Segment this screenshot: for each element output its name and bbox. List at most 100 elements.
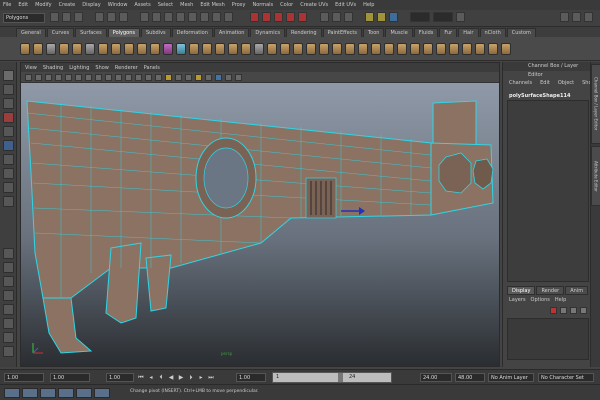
extra-tool-icon[interactable] [3,196,14,207]
shelf-tool-22-icon[interactable] [293,42,303,55]
shelf-tool-18-icon[interactable] [241,42,251,55]
shelf-tool-25-icon[interactable] [332,42,342,55]
select-component-icon[interactable] [119,12,128,22]
shelf-tool-4-icon[interactable] [59,42,69,55]
menu-normals[interactable]: Normals [252,2,273,8]
shelf-tab-animation[interactable]: Animation [213,28,250,37]
viewport-menu-shading[interactable]: Shading [43,65,63,71]
gate-mask-icon[interactable] [115,73,122,81]
shelf-tool-32-icon[interactable] [423,42,433,55]
rotate-tool-icon[interactable] [3,126,14,137]
viewport[interactable]: View Shading Lighting Show Renderer Panels [20,62,500,367]
step-back-icon[interactable]: ◂ [147,373,155,382]
object-name[interactable]: polySurfaceShape114 [509,93,570,99]
resolution-gate-icon[interactable] [105,73,112,81]
shelf-tool-36-icon[interactable] [475,42,485,55]
new-layer-icon[interactable] [550,307,557,314]
hypershade-layout-icon[interactable] [3,332,14,343]
shelf-tool-31-icon[interactable] [410,42,420,55]
range-start-field[interactable]: 1.00 [236,373,266,382]
shelf-tab-fur[interactable]: Fur [439,28,458,37]
smooth-shade-icon[interactable] [165,73,172,81]
use-all-lights-icon[interactable] [195,73,202,81]
lasso-tool-icon[interactable] [3,84,14,95]
shelf-tool-2-icon[interactable] [33,42,43,55]
next-key-icon[interactable]: ⏵ [187,373,195,382]
mask-handle-icon[interactable] [140,12,149,22]
wireframe-icon[interactable] [155,73,162,81]
layer-menu-layers[interactable]: Layers [509,297,526,303]
snap-point-icon[interactable] [274,12,283,22]
shelf-tool-24-icon[interactable] [319,42,329,55]
mode-selector[interactable]: Polygons [3,13,45,23]
persp-outliner-layout-icon[interactable] [3,304,14,315]
menu-modify[interactable]: Modify [35,2,52,8]
shelf-tool-23-icon[interactable] [306,42,316,55]
layer-tab-anim[interactable]: Anim [565,286,589,295]
film-gate-icon[interactable] [95,73,102,81]
viewport-menu-show[interactable]: Show [95,65,109,71]
shelf-tab-muscle[interactable]: Muscle [385,28,413,37]
shelf-tool-28-icon[interactable] [371,42,381,55]
script-editor-layout-icon[interactable] [3,346,14,357]
shelf-tool-12-icon[interactable] [163,42,173,55]
shelf-tool-34-icon[interactable] [449,42,459,55]
shelf-tab-ncloth[interactable]: nCloth [479,28,506,37]
shelf-tool-17-icon[interactable] [228,42,238,55]
layer-list-area[interactable] [507,318,589,360]
range-slider-knob[interactable] [338,373,343,382]
shelf-tab-custom[interactable]: Custom [506,28,536,37]
side-tab-attribute-editor[interactable]: Attribute Editor [591,146,600,206]
input-field-2-icon[interactable] [433,12,453,22]
taskbar-item-1[interactable] [4,388,20,398]
menu-color[interactable]: Color [280,2,293,8]
field-chart-icon[interactable] [125,73,132,81]
shelf-tool-9-icon[interactable] [124,42,134,55]
side-by-side-layout-icon[interactable] [3,276,14,287]
render-settings-icon[interactable] [389,12,398,22]
viewport-menu-view[interactable]: View [25,65,37,71]
anim-layer-field[interactable]: No Anim Layer [488,373,534,382]
layer-menu-help[interactable]: Help [555,297,566,303]
menu-create[interactable]: Create [59,2,76,8]
shelf-tool-20-icon[interactable] [267,42,277,55]
shelf-tab-rendering[interactable]: Rendering [286,28,322,37]
shelf-tool-27-icon[interactable] [358,42,368,55]
play-forward-icon[interactable]: ▶ [177,373,185,382]
playback-field[interactable]: 1.00 [106,373,134,382]
safe-action-icon[interactable] [135,73,142,81]
mask-render-icon[interactable] [212,12,221,22]
input-ops-icon[interactable] [332,12,341,22]
shelf-tool-10-icon[interactable] [137,42,147,55]
ipr-render-icon[interactable] [377,12,386,22]
shelf-tool-35-icon[interactable] [462,42,472,55]
new-layer-selected-icon[interactable] [560,307,567,314]
snap-curve-icon[interactable] [262,12,271,22]
character-set-field[interactable]: No Character Set [538,373,594,382]
grease-pencil-icon[interactable] [75,73,82,81]
shelf-tool-3-icon[interactable] [46,42,56,55]
shelf-tool-16-icon[interactable] [215,42,225,55]
shelf-tab-general[interactable]: General [16,28,46,37]
manipulator-tool-icon[interactable] [3,154,14,165]
range-slider[interactable]: 1 24 [272,372,392,383]
viewport-menu-lighting[interactable]: Lighting [69,65,89,71]
last-tool-icon[interactable] [3,168,14,179]
soft-mod-tool-icon[interactable] [3,182,14,193]
shelf-tool-8-icon[interactable] [111,42,121,55]
shelf-tool-7-icon[interactable] [98,42,108,55]
shelf-tool-29-icon[interactable] [384,42,394,55]
shelf-tab-toon[interactable]: Toon [362,28,385,37]
select-hierarchy-icon[interactable] [95,12,104,22]
textured-icon[interactable] [185,73,192,81]
render-frame-icon[interactable] [365,12,374,22]
history-icon[interactable] [320,12,329,22]
menu-create-uvs[interactable]: Create UVs [300,2,328,8]
select-tool-icon[interactable] [3,70,14,81]
four-view-layout-icon[interactable] [3,262,14,273]
go-end-icon[interactable]: ⏭ [207,373,215,382]
grid-icon[interactable] [85,73,92,81]
shelf-tool-11-icon[interactable] [150,42,160,55]
save-scene-icon[interactable] [74,12,83,22]
menu-assets[interactable]: Assets [134,2,150,8]
